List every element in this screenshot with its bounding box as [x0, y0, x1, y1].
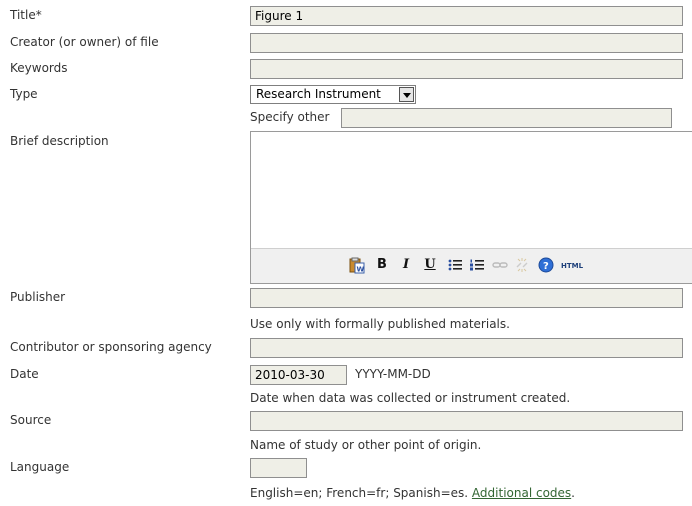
- language-input[interactable]: [250, 458, 307, 478]
- publisher-input[interactable]: [250, 288, 683, 308]
- contributor-label: Contributor or sponsoring agency: [10, 340, 212, 354]
- bullet-list-icon[interactable]: [447, 257, 463, 275]
- contributor-input[interactable]: [250, 338, 683, 358]
- paste-word-icon[interactable]: W: [348, 257, 366, 275]
- keywords-input[interactable]: [250, 59, 683, 79]
- source-label: Source: [10, 413, 52, 427]
- title-input[interactable]: Figure 1: [250, 6, 683, 26]
- publisher-label: Publisher: [10, 290, 66, 304]
- date-input[interactable]: 2010-03-30: [250, 365, 347, 385]
- link-icon[interactable]: [492, 257, 508, 275]
- type-selected-value: Research Instrument: [256, 87, 381, 101]
- italic-button[interactable]: I: [399, 257, 413, 275]
- language-codes-text: English=en; French=fr; Spanish=es.: [250, 486, 469, 500]
- html-source-button[interactable]: HTML: [560, 257, 584, 275]
- creator-input[interactable]: [250, 33, 683, 53]
- publisher-note: Use only with formally published materia…: [250, 317, 510, 331]
- additional-codes-link[interactable]: Additional codes: [472, 486, 571, 500]
- specify-other-label: Specify other: [250, 110, 330, 124]
- keywords-label: Keywords: [10, 61, 68, 75]
- date-note: Date when data was collected or instrume…: [250, 391, 571, 405]
- help-icon[interactable]: ?: [538, 257, 554, 275]
- language-label: Language: [10, 460, 70, 474]
- date-label: Date: [10, 367, 39, 381]
- svg-text:W: W: [357, 266, 365, 274]
- chevron-down-icon[interactable]: [399, 87, 414, 102]
- title-label: Title*: [10, 8, 42, 22]
- numbered-list-icon[interactable]: [469, 257, 485, 275]
- type-select[interactable]: Research Instrument: [250, 85, 416, 104]
- source-note: Name of study or other point of origin.: [250, 438, 482, 452]
- description-text-area[interactable]: [251, 132, 692, 249]
- editor-toolbar: W B I U ? HTML: [251, 248, 692, 283]
- source-input[interactable]: [250, 411, 683, 431]
- unlink-icon[interactable]: [514, 257, 530, 275]
- language-note: English=en; French=fr; Spanish=es. Addit…: [250, 486, 575, 500]
- creator-label: Creator (or owner) of file: [10, 35, 159, 49]
- description-editor[interactable]: W B I U ? HTML: [250, 131, 692, 284]
- specify-other-input[interactable]: [341, 108, 672, 128]
- date-format-hint: YYYY-MM-DD: [355, 367, 431, 381]
- description-label: Brief description: [10, 134, 109, 148]
- underline-button[interactable]: U: [423, 257, 437, 275]
- svg-text:?: ?: [543, 261, 549, 272]
- type-label: Type: [10, 87, 38, 101]
- bold-button[interactable]: B: [375, 257, 389, 275]
